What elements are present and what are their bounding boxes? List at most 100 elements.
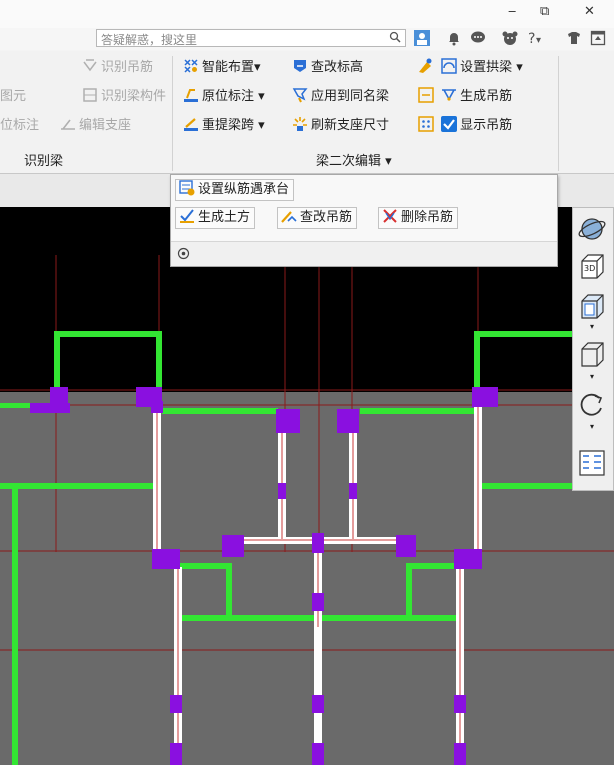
svg-text:?: ? [528,31,535,46]
pin-icon[interactable] [177,247,190,260]
purple-supports [30,387,498,765]
set-long-rebar-label: 设置纵筋遇承台 [198,182,290,197]
window-icon[interactable] [590,30,606,46]
generate-earthwork-label: 生成土方 [198,210,251,225]
minimize-button[interactable]: ‒ [508,4,516,19]
edit-support-button[interactable]: 编辑支座 [60,116,131,136]
identify-hanger-button[interactable]: 识别吊筋 [82,58,153,78]
search-placeholder: 答疑解惑，搜这里 [101,33,198,47]
smart-layout-button[interactable]: 智能布置▾ [183,58,261,78]
bell-icon[interactable] [446,30,462,46]
smart-layout-label: 智能布置 [202,60,255,75]
check-hanger-label: 查改吊筋 [300,210,353,225]
chat-icon[interactable] [470,30,486,46]
in-place-annotation-button[interactable]: 原位标注 ▾ [183,87,265,107]
smart-layout-icon [184,59,198,73]
delete-hanger-icon [383,209,397,223]
generate-earthwork-button[interactable]: 生成土方 [175,207,256,229]
set-arch-beam-button[interactable]: 设置拱梁 ▾ [418,58,523,78]
checkbox-checked-icon[interactable] [441,116,458,132]
chevron-down-icon: ▾ [381,154,392,169]
chevron-down-icon[interactable]: ▾ [590,372,594,381]
group-label-text: 梁二次编辑 [316,154,382,169]
delete-hanger-button[interactable]: 删除吊筋 [378,207,459,229]
dropdown-footer [171,241,557,266]
cut-item-position-label: 位标注 [0,118,40,133]
earthwork-icon [180,209,194,223]
check-hanger-button[interactable]: 查改吊筋 [277,207,358,229]
close-button[interactable]: ✕ [584,4,595,19]
generate-hanger-button[interactable]: 生成吊筋 [418,87,512,107]
identify-beam-member-button[interactable]: 识别梁构件 [82,87,166,107]
chevron-down-icon: ▾ [254,118,265,133]
arch-tool-icon [419,58,432,73]
elevation-icon [294,60,306,72]
annotation-icon [184,89,198,102]
group-label-identify-beam: 识别梁 [24,154,64,169]
refresh-support-size-label: 刷新支座尺寸 [311,118,390,133]
set-arch-beam-label: 设置拱梁 [460,60,513,75]
wireframe-cube-icon[interactable] [577,292,607,322]
solid-cube-icon[interactable] [577,340,607,370]
view-3d-button[interactable]: 3D [577,252,607,282]
beam-secondary-edit-dropdown: 设置纵筋遇承台 生成土方 查改吊筋 删除吊筋 [170,174,558,267]
set-long-rebar-at-cap-button[interactable]: 设置纵筋遇承台 [175,179,295,201]
drawing-svg [0,207,614,765]
refresh-support-size-button[interactable]: 刷新支座尺寸 [292,116,389,136]
view-toolbar: 3D ▾ ▾ ▾ [572,207,614,491]
cut-item-elements[interactable]: 图元 [0,87,26,107]
refresh-icon [293,117,307,131]
apply-same-name-icon [292,88,308,103]
view-3d-label: 3D [584,264,596,273]
search-row: 答疑解惑，搜这里 [0,28,614,50]
generate-hanger-label: 生成吊筋 [460,89,513,104]
show-hanger-label: 显示吊筋 [460,118,513,133]
svg-text:▾: ▾ [536,35,541,46]
grid-dots-icon [418,116,434,132]
help-icon[interactable]: ? ▾ [526,30,542,46]
re-extract-span-label: 重提梁跨 [202,118,255,133]
group-separator [172,56,173,171]
in-place-annotation-label: 原位标注 [202,89,255,104]
check-hanger-icon [281,211,297,223]
cut-item-elements-label: 图元 [0,89,27,104]
edit-support-label: 编辑支座 [79,118,132,133]
show-hanger-checkbox-row[interactable]: 显示吊筋 [418,116,512,136]
edit-support-icon [61,119,75,130]
hanger-frame-icon [418,87,434,103]
avatar-icon[interactable] [414,30,430,46]
search-icon[interactable] [389,31,401,46]
restore-button[interactable]: ⧉ [540,4,549,19]
apply-same-name-label: 应用到同名梁 [311,89,390,104]
rotate-icon[interactable] [577,390,607,420]
group-separator [558,56,559,171]
re-extract-span-button[interactable]: 重提梁跨 ▾ [183,116,265,136]
title-bar: ‒ ⧉ ✕ [0,0,614,30]
layers-grid-icon[interactable] [577,448,607,478]
chevron-down-icon: ▾ [254,60,261,75]
generate-hanger-icon [442,89,457,101]
apply-same-name-button[interactable]: 应用到同名梁 [292,87,389,107]
drawing-canvas[interactable] [0,207,614,765]
bear-icon[interactable] [502,30,518,46]
check-elevation-label: 查改标高 [311,60,364,75]
group-label-beam-secondary-edit[interactable]: 梁二次编辑 ▾ [316,150,392,169]
chevron-down-icon[interactable]: ▾ [590,422,594,431]
search-input[interactable]: 答疑解惑，搜这里 [96,29,406,47]
check-elevation-button[interactable]: 查改标高 [292,58,363,78]
cut-item-position[interactable]: 位标注 [0,116,39,136]
identify-beam-member-label: 识别梁构件 [101,89,167,104]
long-rebar-icon [179,180,195,196]
chevron-down-icon: ▾ [254,89,265,104]
delete-hanger-label: 删除吊筋 [401,210,454,225]
chevron-down-icon[interactable]: ▾ [590,322,594,331]
hanger-icon [83,59,97,72]
chevron-down-icon: ▾ [512,60,523,75]
arch-beam-icon [441,58,457,74]
identify-hanger-label: 识别吊筋 [101,60,154,75]
beam-member-icon [83,88,97,102]
re-extract-span-icon [184,118,198,131]
green-beams [0,331,614,765]
shirt-icon[interactable] [566,30,582,46]
orbit-icon[interactable] [577,214,607,244]
